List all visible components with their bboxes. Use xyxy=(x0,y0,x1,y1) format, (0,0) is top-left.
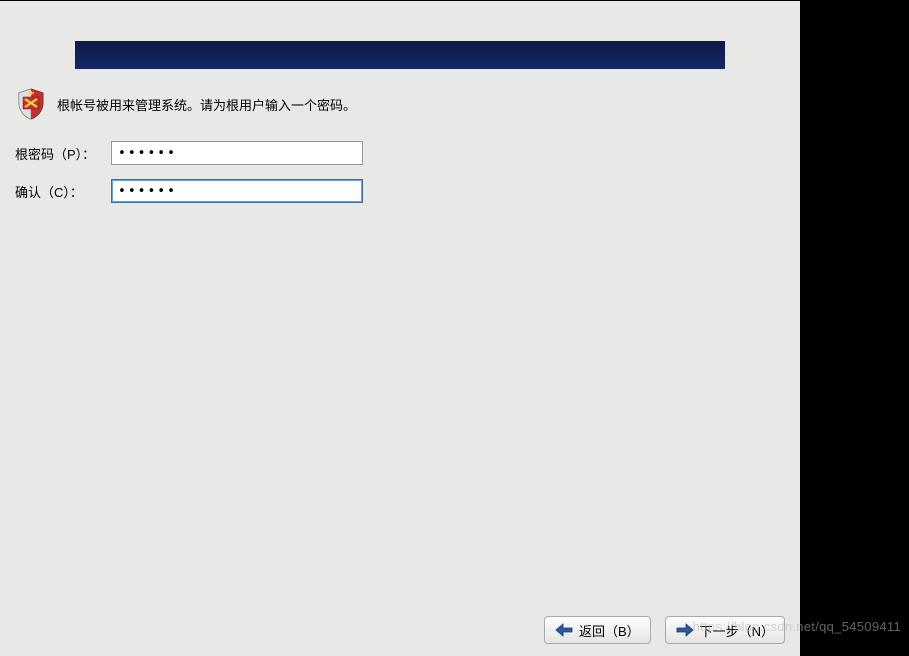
installer-window: 根帐号被用来管理系统。请为根用户输入一个密码。 根密码（P）： 确认（C）： 返… xyxy=(0,1,800,656)
content-area: 根帐号被用来管理系统。请为根用户输入一个密码。 根密码（P）： 确认（C）： xyxy=(0,69,800,606)
password-label: 根密码（P）： xyxy=(15,144,111,163)
confirm-label: 确认（C）： xyxy=(15,182,111,201)
instruction-row: 根帐号被用来管理系统。请为根用户输入一个密码。 xyxy=(15,87,785,121)
password-row: 根密码（P）： xyxy=(15,141,785,165)
back-button-label: 返回（B） xyxy=(579,621,640,640)
arrow-left-icon xyxy=(555,623,573,637)
confirm-input[interactable] xyxy=(111,179,363,203)
password-input[interactable] xyxy=(111,141,363,165)
back-button[interactable]: 返回（B） xyxy=(544,616,651,644)
arrow-right-icon xyxy=(676,623,694,637)
instruction-text: 根帐号被用来管理系统。请为根用户输入一个密码。 xyxy=(57,95,356,114)
watermark: https://blog.csdn.net/qq_54509411 xyxy=(693,619,901,634)
confirm-row: 确认（C）： xyxy=(15,179,785,203)
shield-icon xyxy=(15,87,47,121)
button-bar: 返回（B） 下一步（N） xyxy=(0,606,800,656)
header-bar xyxy=(75,41,725,69)
